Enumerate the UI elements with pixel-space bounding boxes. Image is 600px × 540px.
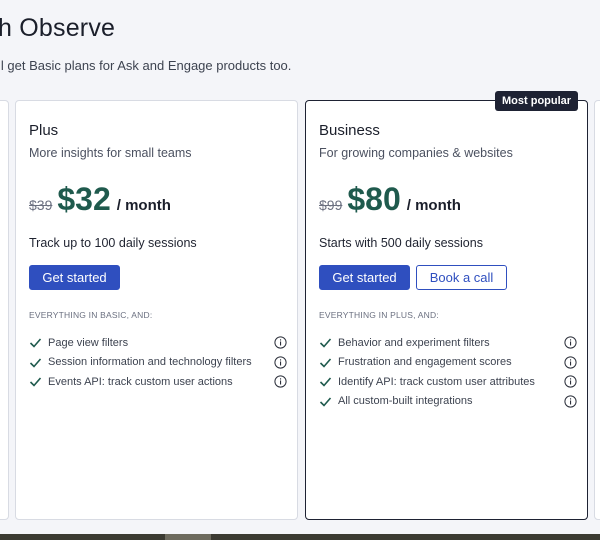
feature-item: Events API: track custom user actions [29, 372, 287, 392]
sessions-text: Track up to 100 daily sessions [29, 236, 197, 250]
feature-item: Frustration and engagement scores [319, 353, 577, 373]
check-icon [29, 338, 42, 348]
feature-item: All custom-built integrations [319, 392, 577, 412]
check-icon [29, 358, 42, 368]
next-plan-card-partial [594, 100, 600, 520]
feature-text: Page view filters [48, 336, 129, 349]
feature-item: Session information and technology filte… [29, 353, 287, 373]
feature-list: Page view filters Session information an… [29, 333, 287, 392]
feature-item: Page view filters [29, 333, 287, 353]
info-icon[interactable] [564, 355, 577, 369]
info-icon[interactable] [564, 375, 577, 388]
plan-name: Plus [29, 122, 59, 139]
check-icon [319, 338, 332, 348]
get-started-button[interactable]: Get started [29, 265, 120, 290]
feature-text: All custom-built integrations [338, 395, 473, 408]
price-period: / month [116, 197, 171, 214]
info-icon[interactable] [564, 394, 577, 408]
check-icon [319, 358, 332, 368]
check-icon [319, 397, 332, 407]
feature-text: Session information and technology filte… [48, 356, 252, 369]
info-icon[interactable] [274, 355, 287, 369]
info-icon[interactable] [274, 336, 287, 349]
features-heading: EVERYTHING IN PLUS, AND: [319, 310, 439, 320]
get-started-button[interactable]: Get started [319, 265, 410, 290]
bottom-image-strip-highlight [165, 534, 211, 540]
plan-description: More insights for small teams [29, 146, 192, 160]
plan-card-business: Business For growing companies & website… [305, 100, 588, 520]
info-icon[interactable] [274, 375, 287, 388]
current-price: $32 [57, 181, 111, 217]
feature-text: Frustration and engagement scores [338, 356, 512, 369]
current-price: $80 [347, 181, 401, 217]
most-popular-badge: Most popular [495, 91, 579, 111]
plan-description: For growing companies & websites [319, 146, 513, 160]
price-row: $99 $80 / month [319, 181, 461, 218]
feature-item: Behavior and experiment filters [319, 333, 577, 353]
price-period: / month [406, 197, 461, 214]
price-row: $39 $32 / month [29, 181, 171, 218]
info-icon[interactable] [564, 336, 577, 349]
book-a-call-button[interactable]: Book a call [416, 265, 507, 290]
check-icon [29, 377, 42, 387]
page-title: h Observe [0, 14, 116, 42]
feature-text: Events API: track custom user actions [48, 375, 233, 388]
check-icon [319, 377, 332, 387]
plan-card-plus: Plus More insights for small teams $39 $… [15, 100, 298, 520]
feature-text: Behavior and experiment filters [338, 336, 490, 349]
basic-plan-card-partial [0, 100, 9, 520]
old-price: $39 [29, 197, 53, 213]
plan-name: Business [319, 122, 380, 139]
sessions-text: Starts with 500 daily sessions [319, 236, 483, 250]
page-subtitle: ll get Basic plans for Ask and Engage pr… [0, 58, 292, 73]
bottom-image-strip [0, 534, 600, 540]
old-price: $99 [319, 197, 343, 213]
feature-text: Identify API: track custom user attribut… [338, 375, 535, 388]
feature-list: Behavior and experiment filters Frustrat… [319, 333, 577, 411]
features-heading: EVERYTHING IN BASIC, AND: [29, 310, 153, 320]
feature-item: Identify API: track custom user attribut… [319, 372, 577, 392]
